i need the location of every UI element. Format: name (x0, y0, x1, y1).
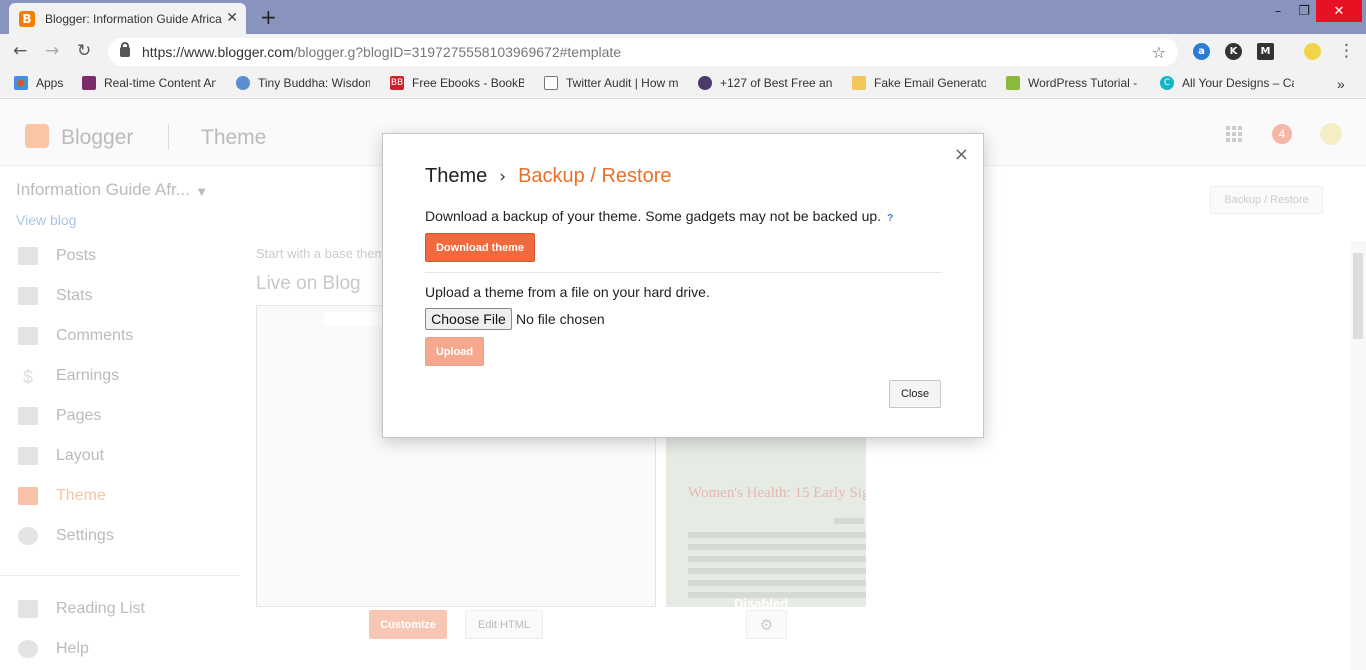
breadcrumb-separator: › (499, 166, 507, 187)
lock-icon (120, 42, 130, 57)
divider (425, 272, 941, 273)
tab-close-icon[interactable]: ✕ (226, 10, 238, 26)
sidebar-item-reading-list[interactable]: Reading List (18, 600, 145, 618)
theme-preview-mobile: Women's Health: 15 Early Signs Disabled (666, 438, 866, 607)
sidebar-divider (0, 575, 240, 576)
sidebar-item-stats[interactable]: Stats (18, 287, 92, 305)
bookmark-item[interactable]: C All Your Designs – Ca (1160, 76, 1294, 90)
edit-html-button[interactable]: Edit HTML (465, 610, 543, 639)
bookmark-item[interactable]: Twitter Audit | How m (544, 76, 678, 90)
tab-title: Blogger: Information Guide Africa (45, 11, 222, 26)
upload-button[interactable]: Upload (425, 337, 484, 366)
extension-k-icon[interactable]: K (1225, 43, 1242, 60)
layout-icon (18, 447, 38, 465)
buddha-icon (236, 76, 250, 90)
profile-avatar-icon[interactable] (1304, 43, 1321, 60)
blog-selector[interactable]: Information Guide Afr... ▼ (16, 180, 206, 200)
bookmarks-more-icon[interactable]: » (1337, 76, 1345, 92)
page-icon (544, 76, 558, 90)
bookmark-item-apps[interactable]: Apps (14, 76, 63, 90)
backup-restore-dialog: × Theme › Backup / Restore Download a ba… (382, 133, 984, 438)
paint-roller-icon (18, 487, 38, 505)
bookmark-icon (82, 76, 96, 90)
sidebar-item-help[interactable]: Help (18, 640, 89, 658)
posts-icon (18, 247, 38, 265)
browser-toolbar: ← → ↻ https://www.blogger.com/blogger.g?… (0, 34, 1366, 70)
chevron-down-icon: ▼ (197, 187, 206, 198)
bookboon-icon: BB (390, 76, 404, 90)
upload-description: Upload a theme from a file on your hard … (425, 284, 710, 300)
bookmark-item[interactable]: Fake Email Generator (852, 76, 986, 90)
help-icon (18, 640, 38, 658)
preview-disabled-label: Disabled (734, 596, 789, 607)
apps-grid-icon (14, 76, 28, 90)
blogger-logo-icon[interactable] (25, 124, 49, 148)
breadcrumb-theme: Theme (425, 165, 488, 187)
live-on-blog-heading: Live on Blog (256, 273, 361, 294)
bookmark-item[interactable]: +127 of Best Free and (698, 76, 832, 90)
blogger-wordmark[interactable]: Blogger (61, 126, 133, 150)
download-theme-button[interactable]: Download theme (425, 233, 535, 262)
extension-m-icon[interactable]: M (1257, 43, 1274, 60)
preview-post-title: Women's Health: 15 Early Signs (688, 485, 866, 501)
close-button[interactable]: Close (889, 380, 941, 408)
help-icon[interactable]: ? (887, 213, 893, 224)
dialog-title: Theme › Backup / Restore (425, 165, 671, 188)
pages-icon (18, 407, 38, 425)
bookmark-item[interactable]: Real-time Content An (82, 76, 216, 90)
blogger-favicon-icon: B (19, 10, 35, 27)
window-close-icon[interactable]: ✕ (1316, 0, 1362, 22)
browser-tab[interactable]: B Blogger: Information Guide Africa ✕ (9, 3, 246, 34)
view-blog-link[interactable]: View blog (16, 212, 76, 228)
file-status-text: No file chosen (516, 311, 605, 327)
forward-arrow-icon[interactable]: → (45, 41, 59, 61)
tab-strip: B Blogger: Information Guide Africa ✕ + … (0, 0, 1366, 34)
crown-icon (698, 76, 712, 90)
sidebar-item-layout[interactable]: Layout (18, 447, 104, 465)
header-divider (168, 124, 169, 150)
bookmarks-bar: Apps Real-time Content An Tiny Buddha: W… (0, 70, 1366, 99)
dollar-icon: $ (22, 367, 33, 387)
sidebar-item-settings[interactable]: Settings (18, 527, 114, 545)
reload-icon[interactable]: ↻ (77, 41, 91, 61)
base-theme-text: Start with a base theme (256, 246, 393, 261)
bookmark-star-icon[interactable]: ☆ (1152, 43, 1166, 62)
scrollbar-thumb[interactable] (1353, 253, 1363, 339)
url-host: https://www.blogger.com (142, 44, 294, 60)
address-bar[interactable]: https://www.blogger.com/blogger.g?blogID… (108, 38, 1178, 66)
apps-grid-icon[interactable] (1226, 126, 1242, 142)
gear-icon (18, 527, 38, 545)
notification-badge[interactable]: 4 (1272, 124, 1292, 144)
email-icon (852, 76, 866, 90)
choose-file-button[interactable]: Choose File (425, 308, 512, 330)
page-title: Theme (201, 126, 267, 149)
sidebar-item-theme[interactable]: Theme (18, 487, 106, 505)
extension-a-icon[interactable]: a (1193, 43, 1210, 60)
canva-icon: C (1160, 76, 1174, 90)
bookmark-icon (18, 600, 38, 618)
sidebar-item-earnings[interactable]: $ Earnings (18, 367, 119, 387)
download-description: Download a backup of your theme. Some ga… (425, 208, 894, 224)
breadcrumb-current: Backup / Restore (518, 165, 672, 187)
avatar[interactable] (1320, 123, 1342, 145)
sidebar-item-posts[interactable]: Posts (18, 247, 96, 265)
customize-button[interactable]: Customize (369, 610, 447, 639)
bookmark-item[interactable]: Tiny Buddha: Wisdom (236, 76, 370, 90)
comments-icon (18, 327, 38, 345)
bookmark-item[interactable]: WordPress Tutorial - (1006, 76, 1140, 90)
sidebar-item-pages[interactable]: Pages (18, 407, 101, 425)
back-arrow-icon[interactable]: ← (13, 41, 27, 61)
backup-restore-button[interactable]: Backup / Restore (1210, 186, 1323, 214)
bookmark-item[interactable]: BB Free Ebooks - BookBo (390, 76, 524, 90)
menu-dots-icon[interactable]: ⋮ (1338, 41, 1355, 61)
new-tab-button[interactable]: + (260, 5, 277, 29)
sidebar-item-comments[interactable]: Comments (18, 327, 133, 345)
stats-icon (18, 287, 38, 305)
page-scrollbar[interactable] (1350, 241, 1366, 670)
wp-icon (1006, 76, 1020, 90)
close-icon[interactable]: × (954, 144, 969, 165)
mobile-settings-gear-icon[interactable]: ⚙ (746, 610, 787, 639)
url-path: /blogger.g?blogID=3197275558103969672#te… (293, 44, 622, 60)
